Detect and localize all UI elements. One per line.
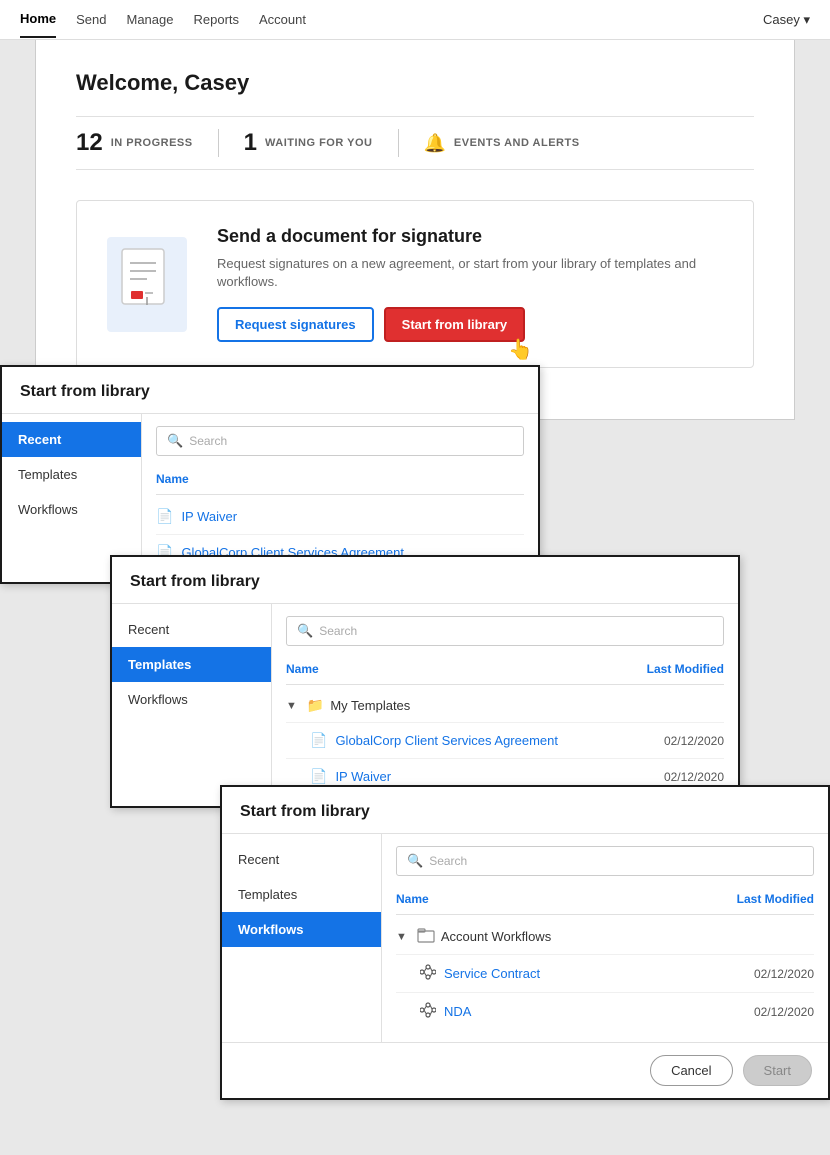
document-icon: 📄 [156, 508, 173, 525]
list-item[interactable]: NDA 02/12/2020 [396, 993, 814, 1030]
folder-name: Account Workflows [441, 929, 551, 944]
stat-label-waiting: WAITING FOR YOU [265, 137, 373, 149]
nav-item-send[interactable]: Send [76, 2, 106, 37]
file-date: 02/12/2020 [664, 734, 724, 748]
chevron-down-icon: ▼ [286, 700, 297, 712]
panel3-search-icon: 🔍 [407, 853, 423, 869]
panel3-sidebar-recent[interactable]: Recent [222, 842, 381, 877]
cursor-icon: 👆 [508, 337, 533, 362]
panel3-body: Recent Templates Workflows 🔍 Search Name… [222, 834, 828, 1042]
panel3-search-placeholder: Search [429, 854, 467, 868]
stat-number-in-progress: 12 [76, 129, 103, 157]
workflow-icon [420, 964, 436, 983]
chevron-down-icon: ▼ [396, 931, 407, 943]
panel3-footer: Cancel Start [222, 1042, 828, 1098]
start-button[interactable]: Start [743, 1055, 812, 1086]
panel3-sidebar-templates[interactable]: Templates [222, 877, 381, 912]
panel2-search-icon: 🔍 [297, 623, 313, 639]
panel2-sidebar: Recent Templates Workflows [112, 604, 272, 806]
panel2-body: Recent Templates Workflows 🔍 Search Name… [112, 604, 738, 806]
list-item[interactable]: 📄 GlobalCorp Client Services Agreement 0… [286, 723, 724, 759]
nav-item-reports[interactable]: Reports [193, 2, 239, 37]
workflow-icon [420, 1002, 436, 1021]
send-card-description: Request signatures on a new agreement, o… [217, 255, 723, 291]
panel1-sidebar-workflows[interactable]: Workflows [2, 492, 141, 527]
file-name: Service Contract [444, 966, 746, 981]
bell-icon: 🔔 [424, 133, 446, 154]
file-date: 02/12/2020 [664, 770, 724, 784]
panel2-title: Start from library [112, 557, 738, 604]
workflow-folder-icon [417, 927, 435, 946]
list-item[interactable]: Service Contract 02/12/2020 [396, 955, 814, 993]
folder-row[interactable]: ▼ 📁 My Templates [286, 689, 724, 723]
panel3-content: 🔍 Search Name Last Modified ▼ Accou [382, 834, 828, 1042]
panel1-sidebar-templates[interactable]: Templates [2, 457, 141, 492]
panel1-search-box[interactable]: 🔍 Search [156, 426, 524, 456]
main-page: Welcome, Casey 12 IN PROGRESS 1 WAITING … [35, 40, 795, 420]
file-date: 02/12/2020 [754, 967, 814, 981]
panel2-sidebar-templates[interactable]: Templates [112, 647, 271, 682]
send-card-content: Send a document for signature Request si… [217, 226, 723, 342]
document-icon: 📄 [310, 768, 327, 785]
stat-label-in-progress: IN PROGRESS [111, 137, 193, 149]
user-menu[interactable]: Casey ▾ [763, 12, 810, 28]
library-panel-templates: Start from library Recent Templates Work… [110, 555, 740, 808]
file-name: IP Waiver [335, 769, 656, 784]
file-name: IP Waiver [181, 509, 524, 524]
panel2-search-placeholder: Search [319, 624, 357, 638]
file-name: NDA [444, 1004, 746, 1019]
stat-events: 🔔 EVENTS AND ALERTS [424, 133, 605, 154]
stat-in-progress: 12 IN PROGRESS [76, 129, 219, 157]
nav-item-account[interactable]: Account [259, 2, 306, 37]
panel1-col-header: Name [156, 468, 524, 495]
welcome-title: Welcome, Casey [76, 70, 754, 96]
panel2-content: 🔍 Search Name Last Modified ▼ 📁 My Templ… [272, 604, 738, 806]
panel2-search-box[interactable]: 🔍 Search [286, 616, 724, 646]
panel2-sidebar-workflows[interactable]: Workflows [112, 682, 271, 717]
file-name: GlobalCorp Client Services Agreement [335, 733, 656, 748]
nav-item-home[interactable]: Home [20, 1, 56, 38]
stat-label-events: EVENTS AND ALERTS [454, 137, 580, 149]
panel3-search-box[interactable]: 🔍 Search [396, 846, 814, 876]
panel3-col-name: Name [396, 892, 429, 906]
document-icon: 📄 [310, 732, 327, 749]
folder-row[interactable]: ▼ Account Workflows [396, 919, 814, 955]
panel2-col-name: Name [286, 662, 319, 676]
panel1-sidebar-recent[interactable]: Recent [2, 422, 141, 457]
file-date: 02/12/2020 [754, 1005, 814, 1019]
panel3-col-modified: Last Modified [737, 892, 814, 906]
panel3-sidebar: Recent Templates Workflows [222, 834, 382, 1042]
list-item[interactable]: 📄 IP Waiver [156, 499, 524, 535]
cancel-button[interactable]: Cancel [650, 1055, 732, 1086]
nav-item-manage[interactable]: Manage [127, 2, 174, 37]
library-panel-recent: Start from library Recent Templates Work… [0, 365, 540, 584]
panel1-title: Start from library [2, 367, 538, 414]
panel2-sidebar-recent[interactable]: Recent [112, 612, 271, 647]
request-signatures-button[interactable]: Request signatures [217, 307, 374, 342]
document-illustration [107, 237, 187, 332]
panel2-col-header: Name Last Modified [286, 658, 724, 685]
send-document-card: Send a document for signature Request si… [76, 200, 754, 368]
folder-name: My Templates [330, 698, 410, 713]
panel3-sidebar-workflows[interactable]: Workflows [222, 912, 381, 947]
panel1-col-name: Name [156, 472, 189, 486]
panel1-search-placeholder: Search [189, 434, 227, 448]
stat-number-waiting: 1 [244, 129, 257, 157]
stats-row: 12 IN PROGRESS 1 WAITING FOR YOU 🔔 EVENT… [76, 116, 754, 170]
panel3-title: Start from library [222, 787, 828, 834]
send-card-title: Send a document for signature [217, 226, 723, 247]
panel1-search-icon: 🔍 [167, 433, 183, 449]
folder-icon: 📁 [307, 697, 324, 714]
start-from-library-button[interactable]: Start from library 👆 [384, 307, 525, 342]
library-panel-workflows: Start from library Recent Templates Work… [220, 785, 830, 1100]
panel2-col-modified: Last Modified [647, 662, 724, 676]
panel3-col-header: Name Last Modified [396, 888, 814, 915]
nav-items: Home Send Manage Reports Account [20, 1, 763, 38]
stat-waiting: 1 WAITING FOR YOU [244, 129, 399, 157]
send-card-buttons: Request signatures Start from library 👆 [217, 307, 723, 342]
top-navigation: Home Send Manage Reports Account Casey ▾ [0, 0, 830, 40]
